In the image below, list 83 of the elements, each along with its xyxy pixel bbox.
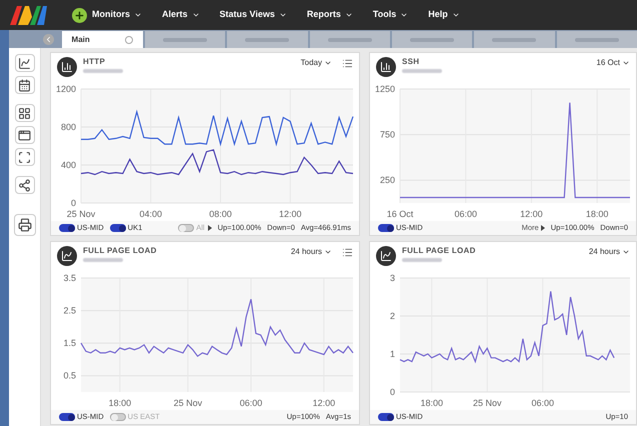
axis-label: 12:00 (520, 209, 543, 219)
axis-label: 0.5 (63, 370, 76, 381)
axis-label: 0 (70, 198, 76, 208)
logo-icon (8, 3, 48, 27)
panel-title: SSH (402, 57, 420, 67)
axis-label: 0 (390, 387, 395, 397)
printer-icon[interactable] (14, 214, 36, 236)
axis-label: 16 Oct (386, 209, 414, 219)
nav-menu-item[interactable]: Status Views (220, 8, 287, 22)
axis-label: 25 Nov (174, 398, 202, 408)
blurred-subtitle (83, 258, 123, 262)
window-icon[interactable] (14, 126, 34, 144)
axis-label: 2.5 (63, 306, 76, 316)
axis-label: 08:00 (209, 209, 232, 219)
axis-label: 2 (390, 311, 395, 321)
blurred-subtitle (402, 69, 442, 73)
caret-icon (344, 11, 353, 19)
toggle-switch[interactable] (110, 224, 126, 232)
expand-icon[interactable] (14, 148, 34, 166)
line-chart-icon (376, 246, 396, 266)
caret-icon (134, 11, 142, 19)
panel-title: HTTP (83, 57, 106, 67)
axis-label: 250 (380, 175, 395, 186)
toggle-switch[interactable] (378, 413, 394, 421)
axis-label: 400 (60, 160, 76, 170)
toggle-switch[interactable] (378, 224, 394, 232)
axis-label: 06:00 (240, 398, 262, 408)
nav-menu-item[interactable]: Alerts (162, 8, 200, 22)
axis-label: 1200 (56, 84, 76, 94)
panel-title: FULL PAGE LOAD (83, 246, 157, 256)
range-dropdown[interactable]: Today (300, 57, 332, 69)
toggle-switch[interactable] (59, 224, 75, 232)
caret-icon (400, 11, 408, 19)
axis-label: 1 (390, 349, 395, 359)
axis-label: 1.5 (63, 338, 76, 348)
axis-label: 800 (60, 122, 76, 132)
nav-menu-item[interactable]: Monitors (92, 8, 142, 22)
toggle-switch[interactable] (110, 413, 126, 421)
blurred-subtitle (83, 69, 123, 73)
add-icon[interactable] (72, 8, 87, 22)
caret-icon[interactable] (208, 225, 212, 231)
caret-icon (192, 11, 200, 19)
line-chart-icon (57, 246, 77, 266)
axis-label: 06:00 (532, 398, 554, 408)
blurred-subtitle (402, 258, 442, 262)
nav-menu-item[interactable]: Tools (372, 8, 408, 22)
caret-icon (622, 248, 630, 256)
toggle-switch[interactable] (59, 413, 75, 421)
axis-label: 3 (390, 273, 395, 283)
grid-icon[interactable] (14, 104, 34, 122)
axis-label: 25 Nov (472, 398, 502, 408)
menu-icon[interactable] (342, 58, 353, 68)
range-dropdown[interactable]: 24 hours (588, 246, 630, 258)
toggle-switch[interactable] (178, 224, 194, 232)
axis-label: 04:00 (139, 209, 162, 219)
menu-icon[interactable] (342, 246, 353, 258)
share-icon[interactable] (14, 176, 34, 194)
caret-icon (324, 248, 332, 256)
nav-menu-item[interactable]: Reports (306, 8, 353, 22)
axis-label: 06:00 (454, 209, 477, 219)
nav-menu-item[interactable]: Help (428, 8, 460, 22)
line-chart-icon[interactable] (14, 54, 34, 72)
axis-label: 12:00 (312, 398, 336, 408)
panel-title: FULL PAGE LOAD (402, 246, 476, 256)
axis-label: 750 (380, 130, 395, 140)
tab[interactable]: Main (62, 31, 143, 48)
calendar-icon[interactable] (14, 76, 34, 94)
axis-label: 3.5 (63, 273, 76, 283)
axis-label: 1250 (374, 84, 395, 94)
caret-icon (540, 225, 545, 231)
caret-icon (324, 59, 332, 67)
axis-label: 12:00 (278, 209, 302, 219)
caret-icon (278, 11, 287, 19)
bar-chart-icon (57, 57, 77, 77)
range-dropdown[interactable]: 16 Oct (596, 57, 630, 69)
axis-label: 25 Nov (66, 209, 96, 219)
caret-icon (452, 11, 460, 19)
axis-label: 18:00 (108, 398, 132, 408)
bar-chart-icon (376, 57, 396, 77)
axis-label: 18:00 (420, 398, 443, 408)
caret-icon (622, 59, 630, 67)
range-dropdown[interactable]: 24 hours (290, 246, 332, 258)
axis-label: 18:00 (586, 209, 608, 219)
